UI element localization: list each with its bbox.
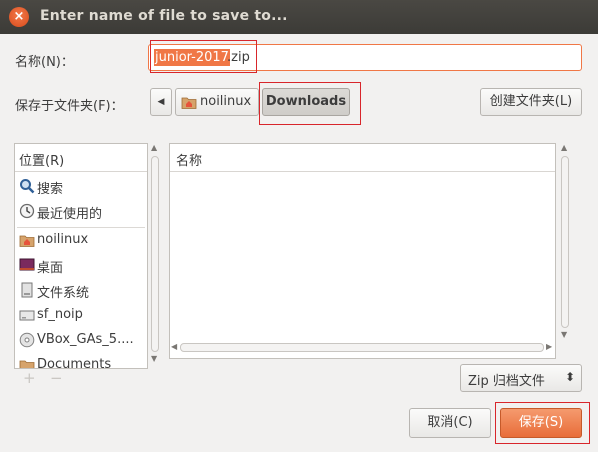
place-sf-noip-label: sf_noip: [37, 307, 83, 322]
file-list-vscrollbar[interactable]: [561, 156, 569, 328]
add-place-button[interactable]: +: [23, 369, 36, 387]
cancel-button[interactable]: 取消(C): [409, 408, 491, 438]
crumb-noilinux[interactable]: noilinux: [175, 88, 259, 116]
place-documents-label: Documents: [37, 357, 112, 369]
folder-icon: [19, 357, 35, 368]
window-title: Enter name of file to save to...: [40, 8, 288, 24]
name-column-header[interactable]: 名称: [170, 144, 555, 172]
chevron-up-icon[interactable]: ▲: [151, 143, 157, 152]
places-panel[interactable]: 位置(R) 搜索 最近使用的 noilinux 桌面 文件系统 sf_noip …: [14, 143, 148, 369]
search-icon: [19, 178, 35, 194]
place-home-label: noilinux: [37, 232, 89, 247]
chevron-right-icon[interactable]: ▶: [546, 342, 552, 351]
chevron-up-icon[interactable]: ▲: [561, 143, 567, 152]
optical-disc-icon: [19, 332, 35, 348]
triangle-left-icon: ◀: [157, 97, 165, 107]
chevron-down-icon[interactable]: ▼: [561, 330, 567, 339]
file-list-hscrollbar[interactable]: [180, 343, 544, 352]
crumb-noilinux-label: noilinux: [200, 94, 252, 109]
chevron-down-icon[interactable]: ▼: [151, 354, 157, 363]
path-back-button[interactable]: ◀: [150, 88, 172, 116]
save-folder-label: 保存于文件夹(F)：: [15, 99, 124, 114]
place-vbox-label: VBox_GAs_5....: [37, 332, 134, 347]
home-folder-icon: [19, 232, 35, 248]
drive-icon: [19, 282, 35, 298]
home-folder-icon: [181, 95, 197, 109]
place-filesystem-label: 文件系统: [37, 286, 90, 301]
place-search-label: 搜索: [37, 182, 64, 197]
file-type-filter-label: Zip 归档文件: [468, 374, 545, 389]
filename-highlight-box: [150, 40, 257, 73]
file-list-panel[interactable]: 名称 ◀ ▶: [169, 143, 556, 359]
create-folder-label: 创建文件夹(L): [489, 94, 573, 109]
remove-place-button[interactable]: −: [50, 369, 63, 387]
place-recent-label: 最近使用的: [37, 207, 103, 222]
title-bar: × Enter name of file to save to...: [0, 0, 598, 34]
close-button[interactable]: ×: [9, 7, 29, 27]
save-highlight-box: [495, 402, 590, 444]
downloads-highlight-box: [259, 82, 361, 125]
create-folder-button[interactable]: 创建文件夹(L): [480, 88, 582, 116]
file-type-filter[interactable]: Zip 归档文件 ⬍: [460, 364, 582, 392]
recent-clock-icon: [19, 203, 35, 219]
places-scrollbar[interactable]: [151, 156, 159, 352]
cancel-label: 取消(C): [427, 415, 473, 430]
desktop-icon: [19, 257, 35, 273]
drive-icon: [19, 307, 35, 323]
place-desktop-label: 桌面: [37, 261, 64, 276]
places-separator: [17, 227, 145, 228]
name-label: 名称(N)：: [15, 55, 74, 70]
places-header[interactable]: 位置(R): [15, 144, 147, 172]
updown-chevron-icon: ⬍: [564, 370, 575, 384]
chevron-left-icon[interactable]: ◀: [171, 342, 177, 351]
